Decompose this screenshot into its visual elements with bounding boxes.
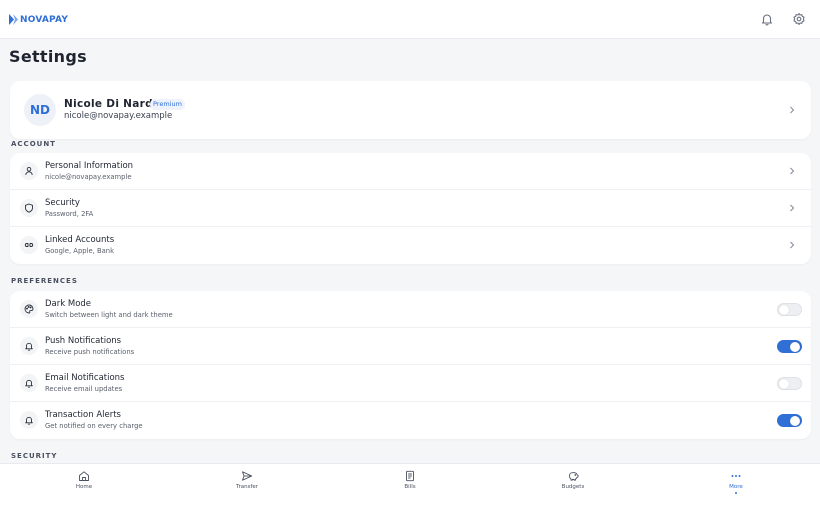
- profile-email: nicole@novapay.example: [64, 111, 173, 121]
- settings-row-personal-information[interactable]: Personal Information nicole@novapay.exam…: [10, 153, 811, 190]
- row-title: Linked Accounts: [45, 235, 115, 245]
- brand-logo[interactable]: NOVAPAY: [9, 13, 68, 26]
- toggle-knob: [790, 416, 800, 426]
- nav-item-bills[interactable]: Bills: [380, 470, 440, 490]
- nav-label: More: [729, 484, 743, 490]
- premium-badge: Premium: [150, 99, 185, 110]
- row-subtitle: Google, Apple, Bank: [45, 247, 115, 255]
- bell-icon[interactable]: [760, 12, 774, 26]
- row-icon-container: [20, 374, 38, 392]
- settings-row-transaction-alerts: Transaction Alerts Get notified on every…: [10, 402, 811, 439]
- nav-item-transfer[interactable]: Transfer: [217, 470, 277, 490]
- bell-icon: [25, 416, 33, 425]
- more-icon: [731, 475, 741, 477]
- row-title: Transaction Alerts: [45, 410, 121, 420]
- page-title: Settings: [9, 47, 87, 66]
- row-subtitle: Receive push notifications: [45, 348, 135, 356]
- settings-row-email-notifications: Email Notifications Receive email update…: [10, 365, 811, 402]
- row-subtitle: Receive email updates: [45, 385, 123, 393]
- home-icon: [79, 471, 89, 481]
- brand-name: NOVAPAY: [20, 14, 69, 25]
- account-card: Personal Information nicole@novapay.exam…: [10, 153, 811, 264]
- chevron-right-icon: [790, 106, 795, 114]
- settings-row-linked-accounts[interactable]: Linked Accounts Google, Apple, Bank: [10, 227, 811, 264]
- settings-row-dark-mode: Dark Mode Switch between light and dark …: [10, 291, 811, 328]
- link-icon: [24, 243, 34, 247]
- shield-icon: [25, 203, 33, 213]
- dark-mode-toggle[interactable]: [777, 303, 802, 316]
- send-icon: [242, 471, 253, 481]
- row-title: Push Notifications: [45, 336, 122, 346]
- avatar: ND: [24, 94, 56, 126]
- row-subtitle: nicole@novapay.example: [45, 173, 132, 181]
- toggle-knob: [779, 305, 789, 315]
- push-notifications-toggle[interactable]: [777, 340, 802, 353]
- row-title: Dark Mode: [45, 299, 92, 309]
- nav-item-budgets[interactable]: Budgets: [543, 470, 603, 490]
- row-title: Email Notifications: [45, 373, 125, 383]
- preferences-card: Dark Mode Switch between light and dark …: [10, 291, 811, 439]
- section-label-account: ACCOUNT: [11, 140, 56, 148]
- transaction-alerts-toggle[interactable]: [777, 414, 802, 427]
- active-indicator: [735, 492, 737, 494]
- profile-name: Nicole Di Nardo: [64, 98, 161, 110]
- row-title: Personal Information: [45, 161, 134, 171]
- nav-label: Budgets: [561, 484, 585, 490]
- row-subtitle: Get notified on every charge: [45, 422, 143, 430]
- piggy-bank-icon: [569, 472, 579, 481]
- top-bar: NOVAPAY: [0, 0, 820, 39]
- nav-item-more[interactable]: More: [706, 470, 766, 494]
- row-title: Security: [45, 198, 80, 208]
- bell-icon: [25, 342, 33, 351]
- chevron-right-icon: [790, 204, 795, 212]
- palette-icon: [24, 304, 34, 314]
- gear-icon[interactable]: [792, 12, 806, 26]
- row-icon-container: [20, 236, 38, 254]
- toggle-knob: [790, 342, 800, 352]
- toggle-knob: [779, 379, 789, 389]
- chevron-right-icon: [790, 241, 795, 249]
- row-icon-container: [20, 337, 38, 355]
- row-icon-container: [20, 199, 38, 217]
- nav-item-home[interactable]: Home: [54, 470, 114, 490]
- row-subtitle: Password, 2FA: [45, 210, 94, 218]
- section-label-preferences: PREFERENCES: [11, 277, 78, 285]
- nav-label: Bills: [404, 484, 416, 490]
- row-subtitle: Switch between light and dark theme: [45, 311, 173, 319]
- bottom-nav: Home Transfer Bills Budgets More: [0, 463, 820, 512]
- row-icon-container: [20, 411, 38, 429]
- nav-label: Home: [75, 484, 93, 490]
- nav-label: Transfer: [235, 484, 259, 490]
- email-notifications-toggle[interactable]: [777, 377, 802, 390]
- row-icon-container: [20, 162, 38, 180]
- chevron-right-icon: [790, 167, 795, 175]
- logo-mark-icon: [9, 14, 18, 25]
- bell-icon: [25, 379, 33, 388]
- profile-card[interactable]: ND Nicole Di Nardo Premium nicole@novapa…: [10, 81, 811, 139]
- settings-row-security[interactable]: Security Password, 2FA: [10, 190, 811, 227]
- receipt-icon: [406, 470, 414, 482]
- row-icon-container: [20, 300, 38, 318]
- settings-row-push-notifications: Push Notifications Receive push notifica…: [10, 328, 811, 365]
- section-label-security: SECURITY: [11, 452, 58, 460]
- user-icon: [25, 166, 33, 176]
